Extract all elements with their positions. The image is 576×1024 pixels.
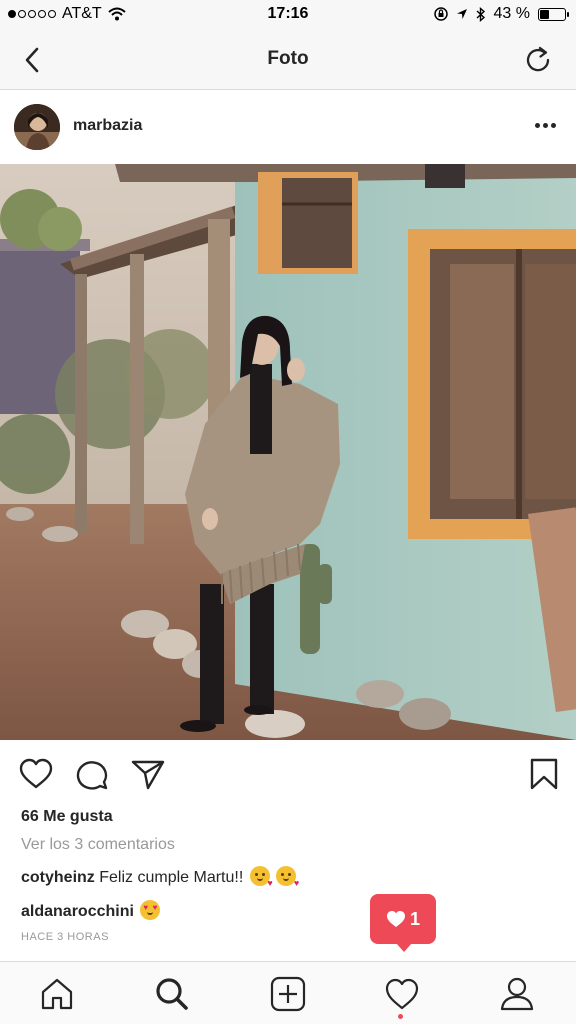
heart-outline-icon bbox=[19, 758, 53, 789]
add-icon bbox=[270, 976, 306, 1012]
tab-bar bbox=[0, 961, 576, 1024]
bookmark-icon bbox=[530, 758, 558, 790]
kiss-emoji-icon: ♥ bbox=[276, 866, 299, 888]
activity-indicator-dot bbox=[398, 1014, 403, 1019]
battery-fill bbox=[540, 9, 549, 19]
tab-add[interactable] bbox=[268, 974, 308, 1014]
search-icon bbox=[156, 978, 188, 1010]
nav-header: Foto bbox=[0, 30, 576, 90]
post-timestamp: HACE 3 HORAS bbox=[21, 931, 109, 943]
post-username[interactable]: marbazia bbox=[73, 117, 142, 135]
more-horizontal-icon bbox=[534, 122, 540, 128]
post-photo[interactable] bbox=[0, 164, 576, 740]
back-button[interactable] bbox=[18, 44, 48, 76]
activity-heart-icon bbox=[385, 978, 419, 1010]
bluetooth-icon bbox=[476, 6, 485, 22]
comment-icon bbox=[76, 761, 108, 790]
like-button[interactable] bbox=[18, 756, 54, 792]
save-button[interactable] bbox=[526, 756, 562, 792]
send-icon bbox=[131, 760, 165, 790]
more-options-button[interactable] bbox=[530, 113, 560, 137]
comment-text: Feliz cumple Martu!! bbox=[99, 869, 244, 886]
post-actions bbox=[0, 740, 576, 808]
location-icon bbox=[456, 9, 467, 19]
status-bar: AT&T 17:16 43 % bbox=[0, 0, 576, 30]
status-right: 43 % bbox=[433, 5, 569, 23]
likes-count[interactable]: 66 Me gusta bbox=[21, 808, 113, 826]
comment-item: cotyheinz Feliz cumple Martu!! ♥ ♥ bbox=[21, 866, 299, 888]
refresh-button[interactable] bbox=[522, 44, 554, 76]
avatar[interactable] bbox=[14, 104, 60, 150]
profile-icon bbox=[500, 977, 534, 1011]
activity-notification[interactable]: 1 bbox=[370, 894, 436, 952]
rotation-lock-icon bbox=[433, 7, 448, 21]
comment-username[interactable]: cotyheinz bbox=[21, 869, 95, 886]
comment-username[interactable]: aldanarocchini bbox=[21, 903, 134, 920]
refresh-icon bbox=[526, 46, 550, 72]
tab-search[interactable] bbox=[152, 974, 192, 1014]
notification-count: 1 bbox=[409, 908, 420, 929]
comment-button[interactable] bbox=[74, 756, 110, 792]
heart-icon bbox=[386, 911, 405, 927]
battery-percent: 43 % bbox=[493, 5, 530, 22]
share-button[interactable] bbox=[130, 756, 166, 792]
tab-profile[interactable] bbox=[497, 974, 537, 1014]
heart-eyes-emoji-icon: ♥ ♥ bbox=[140, 900, 161, 920]
tab-home[interactable] bbox=[37, 974, 77, 1014]
comment-item: aldanarocchini ♥ ♥ bbox=[21, 900, 161, 921]
post-header: marbazia bbox=[0, 91, 576, 164]
kiss-emoji-icon: ♥ bbox=[249, 866, 273, 888]
home-icon bbox=[41, 978, 73, 1010]
tab-activity[interactable] bbox=[382, 974, 422, 1014]
chevron-left-icon bbox=[25, 47, 39, 73]
battery-icon bbox=[538, 7, 569, 21]
page-title: Foto bbox=[267, 48, 309, 69]
view-comments-link[interactable]: Ver los 3 comentarios bbox=[21, 836, 175, 854]
